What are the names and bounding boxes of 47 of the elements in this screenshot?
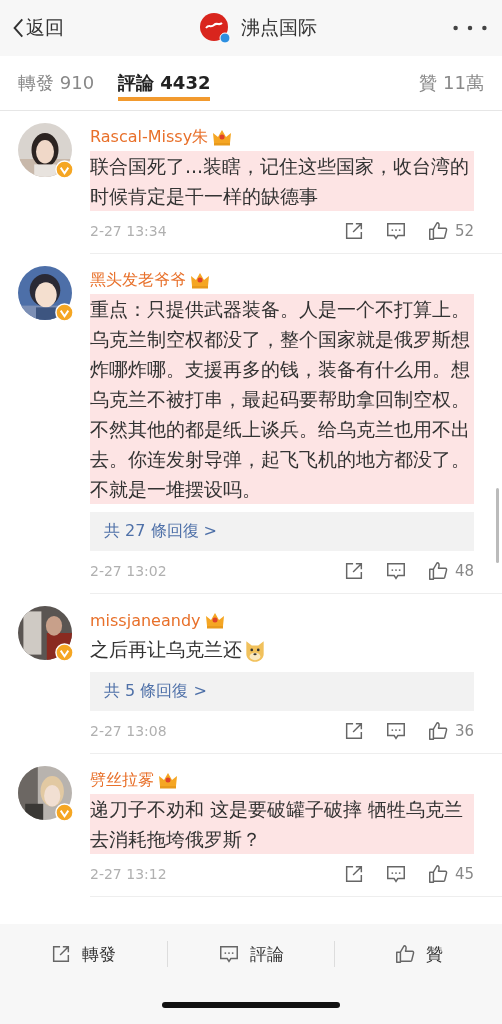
tab[interactable]: 轉發 910 [18, 65, 95, 101]
comment-icon[interactable] [218, 943, 240, 965]
verified-badge-icon [55, 803, 74, 822]
like-count: 36 [454, 722, 474, 740]
crown-icon [158, 771, 178, 789]
back-button[interactable]: 返回 [12, 15, 64, 41]
back-chevron-icon [12, 17, 24, 39]
comment-time: 2-27 13:02 [90, 563, 168, 579]
tab[interactable]: 評論 4432 [118, 65, 211, 101]
comment-icon[interactable] [384, 560, 407, 582]
comment-time: 2-27 13:08 [90, 723, 168, 739]
comment-button[interactable]: 評論 [167, 932, 335, 976]
like-count: 45 [454, 865, 474, 883]
account-logo-icon [199, 12, 231, 44]
thumbs-up-icon[interactable] [426, 863, 449, 885]
replies-link[interactable]: 共 27 條回復 > [90, 512, 474, 551]
crown-icon [190, 271, 210, 289]
verified-badge-icon [55, 643, 74, 662]
thumbs-up-icon[interactable] [426, 560, 449, 582]
repost-button[interactable]: 轉發 [0, 932, 167, 976]
comment-text: 之后再让乌克兰还 [90, 634, 474, 664]
comment-text: 联合国死了...装瞎，记住这些国家，收台湾的时候肯定是干一样的缺德事 [90, 151, 474, 211]
comment-icon[interactable] [384, 720, 407, 742]
thumbs-up-icon[interactable] [426, 220, 449, 242]
comment-time: 2-27 13:34 [90, 223, 168, 239]
user-name[interactable]: Rascal-Missy朱 [90, 126, 209, 148]
comment-text: 递刀子不劝和 这是要破罐子破摔 牺牲乌克兰去消耗拖垮俄罗斯？ [90, 794, 474, 854]
verified-badge-icon [55, 160, 74, 179]
replies-link[interactable]: 共 5 條回復 > [90, 672, 474, 711]
thumbs-up-icon[interactable] [426, 720, 449, 742]
crown-icon [212, 128, 233, 146]
comment-icon[interactable] [384, 220, 407, 242]
account-title: 沸点国际 [241, 15, 317, 40]
like-count: 52 [454, 222, 474, 240]
user-name[interactable]: 黑头发老爷爷 [90, 269, 186, 291]
like-count: 48 [454, 562, 474, 580]
comment-icon[interactable] [384, 863, 407, 885]
tab[interactable]: 贊 11萬 [419, 65, 484, 101]
verified-badge-icon [55, 303, 74, 322]
comment-text: 重点：只提供武器装备。人是一个不打算上。乌克兰制空权都没了，整个国家就是俄罗斯想炸哪炸哪。支援再多的钱，装备有什么用。想乌克兰不被打串，最起码要帮助拿回制空权。不然其他的都是纸上谈兵。给乌克兰也用不出去。你连发射导弹，起飞飞机的地方都没了。不就是一堆摆设吗。 [90, 294, 474, 504]
user-name[interactable]: 劈丝拉雾 [90, 769, 154, 791]
thumbs-up-icon[interactable] [394, 943, 417, 965]
more-icon[interactable] [452, 24, 488, 32]
user-name[interactable]: missjaneandy [90, 610, 201, 630]
comment-time: 2-27 13:12 [90, 866, 168, 882]
like-button[interactable]: 贊 [335, 932, 502, 976]
crown-icon [204, 611, 225, 629]
